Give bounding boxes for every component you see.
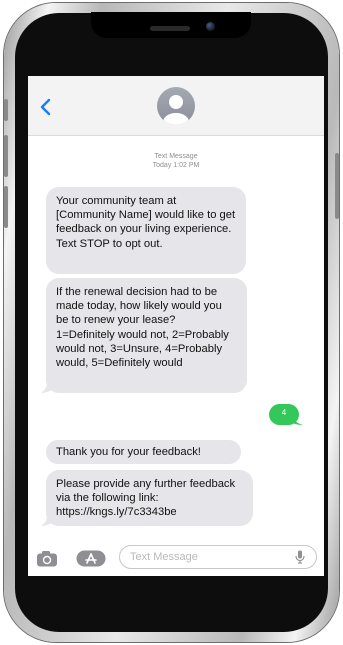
- volume-down-button: [4, 186, 8, 228]
- messages-screen: Text Message Today 1:02 PM Your communit…: [28, 76, 324, 576]
- message-text-field[interactable]: [119, 545, 317, 569]
- conversation-header: [28, 76, 324, 136]
- incoming-message-bubble[interactable]: Please provide any further feedback via …: [46, 470, 253, 526]
- front-camera: [206, 22, 215, 31]
- message-type-label: Text Message: [154, 153, 198, 160]
- incoming-message-bubble[interactable]: Thank you for your feedback!: [46, 440, 241, 464]
- notch: [91, 12, 251, 38]
- app-store-icon[interactable]: [76, 550, 106, 567]
- phone-bottom-bezel: [28, 576, 324, 616]
- person-silhouette-icon: [163, 95, 189, 125]
- conversation-timestamp: Text Message Today 1:02 PM: [28, 152, 324, 170]
- mute-switch: [4, 99, 8, 121]
- power-button: [335, 153, 339, 219]
- camera-icon[interactable]: [36, 550, 58, 567]
- chevron-left-icon[interactable]: [39, 98, 53, 116]
- microphone-icon[interactable]: [295, 550, 305, 564]
- volume-up-button: [4, 135, 8, 177]
- message-input-bar: [28, 539, 324, 576]
- message-time-label: Today 1:02 PM: [152, 162, 200, 169]
- phone-mockup: Text Message Today 1:02 PM Your communit…: [0, 0, 343, 645]
- earpiece-speaker: [150, 26, 190, 31]
- contact-avatar[interactable]: [157, 87, 195, 125]
- incoming-message-bubble[interactable]: Your community team at [Community Name] …: [46, 187, 246, 274]
- incoming-bubble-tail: [41, 516, 53, 526]
- incoming-message-bubble[interactable]: If the renewal decision had to be made t…: [46, 278, 247, 393]
- incoming-bubble-tail: [41, 383, 53, 393]
- outgoing-bubble-tail: [293, 415, 303, 425]
